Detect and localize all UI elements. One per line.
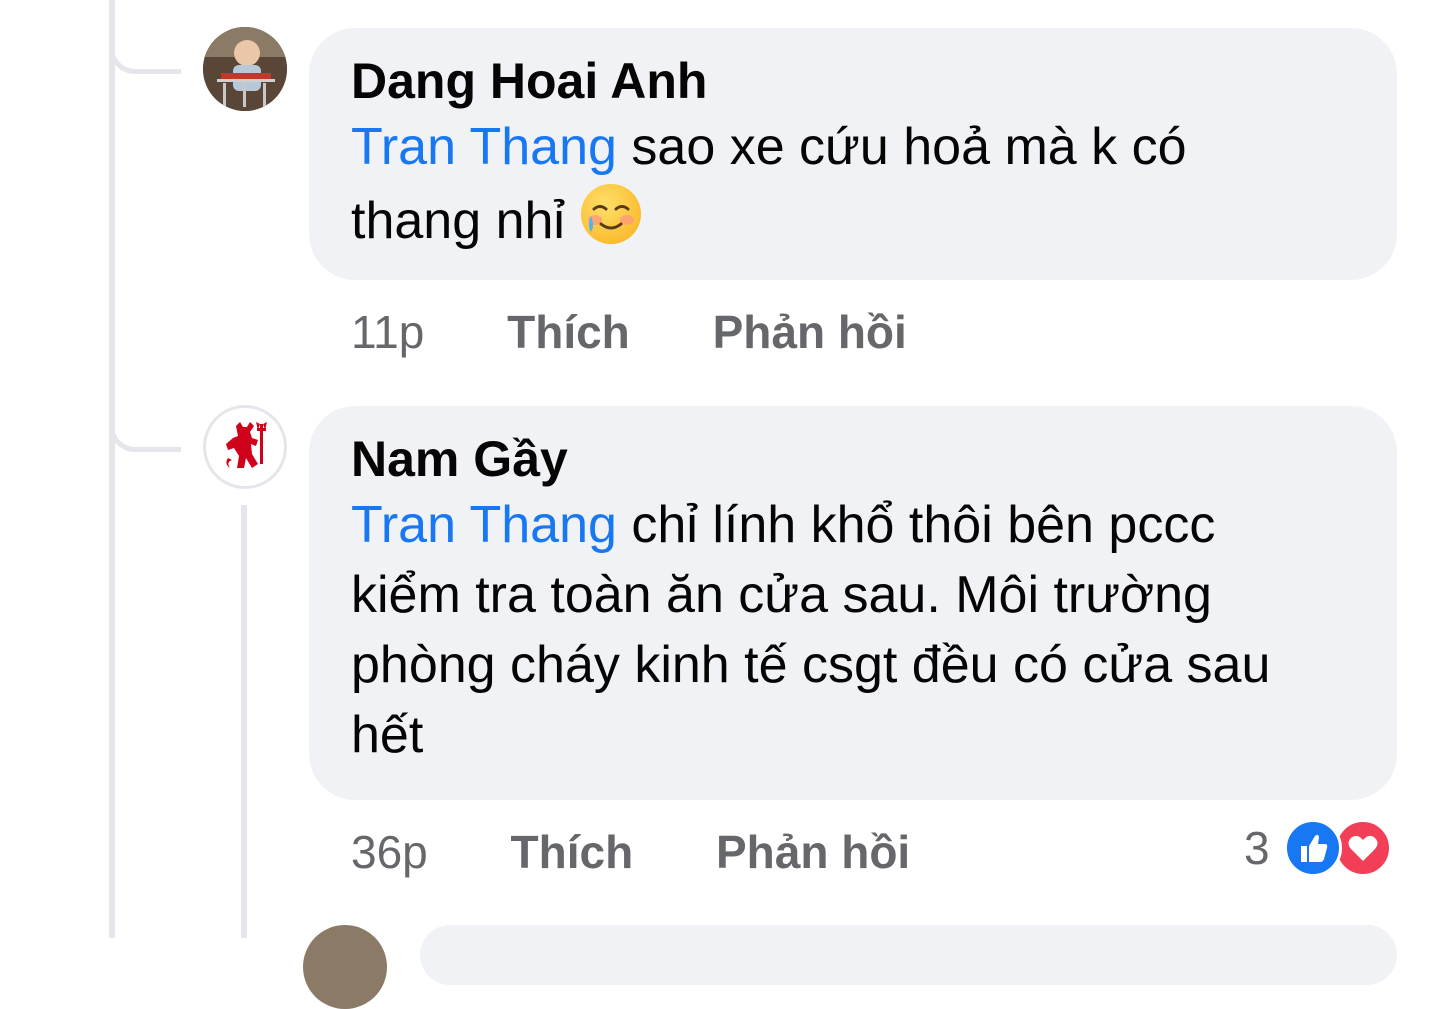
like-button[interactable]: Thích — [511, 824, 634, 880]
comment-text-line1: sao xe cứu hoả mà k có — [631, 118, 1187, 176]
comment-text-line3: phòng cháy kinh tế csgt đều có cửa sau — [351, 636, 1271, 694]
comment-actions-1: 11p Thích Phản hồi — [351, 304, 977, 360]
comment-text: Tran Thang sao xe cứu hoả mà k có thang … — [351, 112, 1355, 264]
comment-timestamp[interactable]: 36p — [351, 824, 428, 880]
reply-button[interactable]: Phản hồi — [713, 304, 907, 360]
comment-author[interactable]: Dang Hoai Anh — [351, 50, 1355, 112]
reply-button[interactable]: Phản hồi — [716, 824, 910, 880]
love-icon — [1333, 819, 1392, 877]
thread-connector-2 — [109, 380, 181, 452]
thread-connector-1 — [109, 0, 181, 74]
comment-bubble-3-partial — [420, 925, 1397, 985]
like-button[interactable]: Thích — [507, 304, 630, 360]
comment-text-line1: chỉ lính khổ thôi bên pccc — [631, 496, 1216, 554]
comment-author[interactable]: Nam Gầy — [351, 428, 1355, 490]
mention-link[interactable]: Tran Thang — [351, 496, 617, 554]
avatar-nam-gay[interactable] — [203, 405, 287, 489]
comment-timestamp[interactable]: 11p — [351, 304, 424, 360]
thread-line-main — [109, 0, 115, 938]
reaction-summary[interactable]: 3 — [1244, 818, 1392, 878]
red-devil-logo-icon — [226, 422, 267, 468]
like-icon — [1283, 819, 1342, 877]
smiling-face-with-tear-icon — [579, 182, 643, 264]
avatar-photo — [203, 27, 287, 111]
reaction-count: 3 — [1244, 822, 1270, 874]
comment-text: Tran Thang chỉ lính khổ thôi bên pccc ki… — [351, 490, 1355, 770]
comment-text-line2: kiểm tra toàn ăn cửa sau. Môi trường — [351, 566, 1212, 624]
comment-bubble-1: Dang Hoai Anh Tran Thang sao xe cứu hoả … — [309, 28, 1397, 280]
comment-text-line4: hết — [351, 706, 424, 764]
comment-bubble-2: Nam Gầy Tran Thang chỉ lính khổ thôi bên… — [309, 406, 1397, 800]
comment-text-line2: thang nhỉ — [351, 192, 565, 250]
comment-actions-2: 36p Thích Phản hồi — [351, 824, 980, 880]
avatar-dang-hoai-anh[interactable] — [203, 27, 287, 111]
thread-line-reply — [241, 505, 247, 938]
mention-link[interactable]: Tran Thang — [351, 118, 617, 176]
